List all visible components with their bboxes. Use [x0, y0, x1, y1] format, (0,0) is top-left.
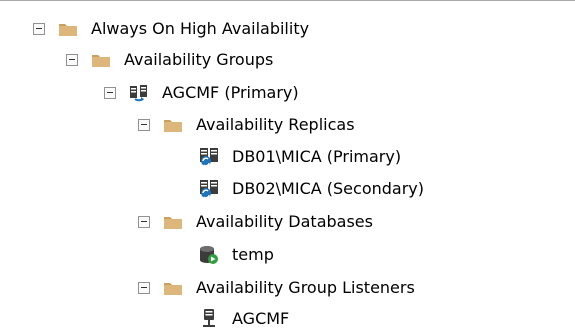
tree-node-availability-groups[interactable]: Availability Groups: [66, 45, 275, 75]
replica-icon: [198, 146, 220, 168]
folder-icon: [90, 49, 112, 71]
tree-node-label: temp: [232, 245, 274, 264]
tree-node-label: Always On High Availability: [91, 19, 310, 38]
tree-node-replica-db01[interactable]: DB01\MICA (Primary): [174, 142, 403, 172]
tree-node-database-temp[interactable]: temp: [174, 240, 276, 270]
tree-node-label: AGCMF: [232, 309, 290, 328]
object-explorer-tree: Always On High Availability Availability…: [0, 0, 575, 334]
tree-node-agcmf[interactable]: AGCMF (Primary): [104, 78, 301, 108]
database-icon: [198, 244, 220, 266]
tree-node-listener-agcmf[interactable]: AGCMF: [174, 304, 291, 334]
tree-node-label: Availability Databases: [196, 212, 373, 231]
collapse-toggle[interactable]: [138, 119, 150, 131]
tree-node-label: AGCMF (Primary): [162, 83, 299, 102]
tree-node-label: Availability Group Listeners: [196, 278, 415, 297]
collapse-toggle[interactable]: [138, 216, 150, 228]
tree-node-always-on[interactable]: Always On High Availability: [33, 14, 311, 44]
folder-icon: [162, 114, 184, 136]
folder-icon: [57, 18, 79, 40]
tree-node-label: Availability Replicas: [196, 115, 355, 134]
availability-group-icon: [128, 82, 150, 104]
tree-node-label: DB02\MICA (Secondary): [232, 179, 424, 198]
tree-node-label: Availability Groups: [124, 50, 274, 69]
collapse-toggle[interactable]: [104, 87, 116, 99]
folder-icon: [162, 211, 184, 233]
tree-node-availability-replicas[interactable]: Availability Replicas: [138, 110, 357, 140]
tree-node-availability-group-listeners[interactable]: Availability Group Listeners: [138, 273, 417, 303]
listener-icon: [198, 308, 220, 330]
tree-node-replica-db02[interactable]: DB02\MICA (Secondary): [174, 174, 426, 204]
folder-icon: [162, 277, 184, 299]
tree-node-availability-databases[interactable]: Availability Databases: [138, 207, 375, 237]
replica-icon: [198, 178, 220, 200]
collapse-toggle[interactable]: [66, 54, 78, 66]
collapse-toggle[interactable]: [138, 282, 150, 294]
collapse-toggle[interactable]: [33, 23, 45, 35]
tree-node-label: DB01\MICA (Primary): [232, 147, 402, 166]
